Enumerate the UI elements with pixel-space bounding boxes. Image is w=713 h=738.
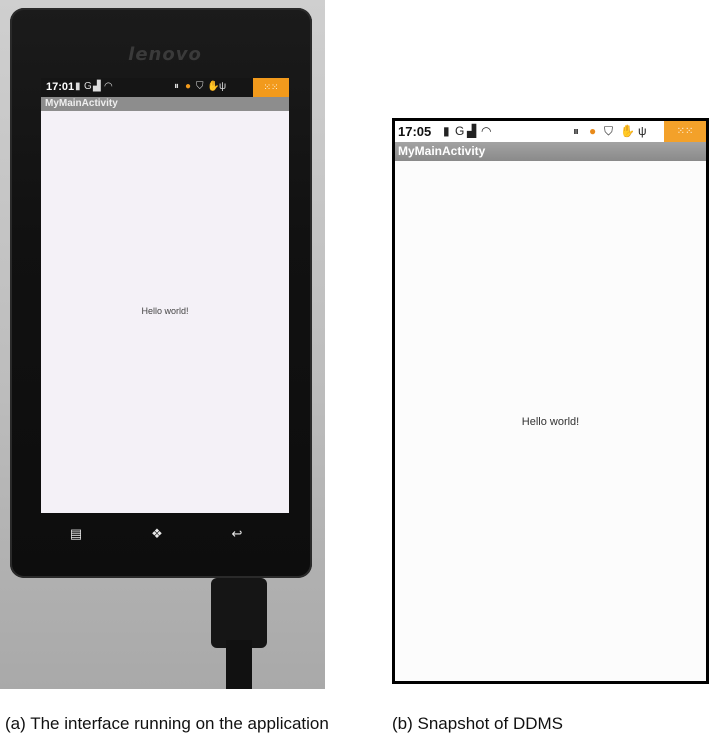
phone-photo: lenovo 17:01 ▮ G ▟ ◠ ⏸ ● ⛉ ✋ ψ ⁙⁙ MyMain… bbox=[0, 0, 325, 689]
notification-grid-icon[interactable]: ⁙⁙ bbox=[253, 78, 289, 97]
title-bar: MyMainActivity bbox=[41, 97, 289, 111]
gps-icon: G bbox=[455, 124, 465, 138]
home-icon[interactable]: ❖ bbox=[149, 526, 165, 542]
wifi-icon: ◠ bbox=[481, 124, 492, 138]
usb-icon: ψ bbox=[638, 124, 647, 138]
phone-body: lenovo 17:01 ▮ G ▟ ◠ ⏸ ● ⛉ ✋ ψ ⁙⁙ MyMain… bbox=[10, 8, 312, 578]
pause-icon: ⏸ bbox=[174, 81, 179, 92]
circle-icon: ● bbox=[589, 124, 597, 138]
shield-icon: ⛉ bbox=[604, 124, 614, 138]
notification-grid-icon[interactable]: ⁙⁙ bbox=[664, 121, 706, 142]
back-icon[interactable]: ↩ bbox=[229, 526, 245, 542]
status-bar: 17:05 ▮ G ▟ ◠ ⏸ ● ⛉ ✋ ψ ⁙⁙ bbox=[395, 121, 706, 142]
hand-icon: ✋ bbox=[207, 81, 220, 92]
signal-icon: ▟ bbox=[467, 124, 477, 138]
signal-icon: ▟ bbox=[93, 81, 101, 92]
status-bar: 17:01 ▮ G ▟ ◠ ⏸ ● ⛉ ✋ ψ ⁙⁙ bbox=[41, 78, 289, 97]
title-bar: MyMainActivity bbox=[395, 142, 706, 161]
ddms-snapshot: 17:05 ▮ G ▟ ◠ ⏸ ● ⛉ ✋ ψ ⁙⁙ MyMainActivit… bbox=[392, 118, 709, 684]
app-content: Hello world! bbox=[395, 161, 706, 681]
usb-cable bbox=[226, 640, 252, 689]
usb-icon: ψ bbox=[219, 81, 227, 92]
brand-logo: lenovo bbox=[128, 44, 202, 65]
phone-screen: 17:01 ▮ G ▟ ◠ ⏸ ● ⛉ ✋ ψ ⁙⁙ MyMainActivit… bbox=[41, 78, 289, 513]
usb-cable-plug bbox=[211, 578, 267, 648]
circle-icon: ● bbox=[185, 81, 192, 92]
caption-b: (b) Snapshot of DDMS bbox=[392, 714, 564, 733]
pause-icon: ⏸ bbox=[573, 124, 580, 138]
hello-text: Hello world! bbox=[141, 306, 189, 316]
sd-card-icon: ▮ bbox=[75, 81, 81, 92]
sd-card-icon: ▮ bbox=[443, 124, 450, 138]
hello-text: Hello world! bbox=[521, 416, 580, 428]
status-time: 17:05 bbox=[398, 124, 432, 139]
shield-icon: ⛉ bbox=[196, 81, 204, 92]
menu-icon[interactable]: ▤ bbox=[68, 526, 84, 542]
gps-icon: G bbox=[84, 81, 92, 92]
caption-a: (a) The interface running on the applica… bbox=[5, 714, 329, 733]
wifi-icon: ◠ bbox=[104, 81, 113, 92]
status-time: 17:01 bbox=[46, 81, 75, 93]
hand-icon: ✋ bbox=[620, 124, 635, 138]
